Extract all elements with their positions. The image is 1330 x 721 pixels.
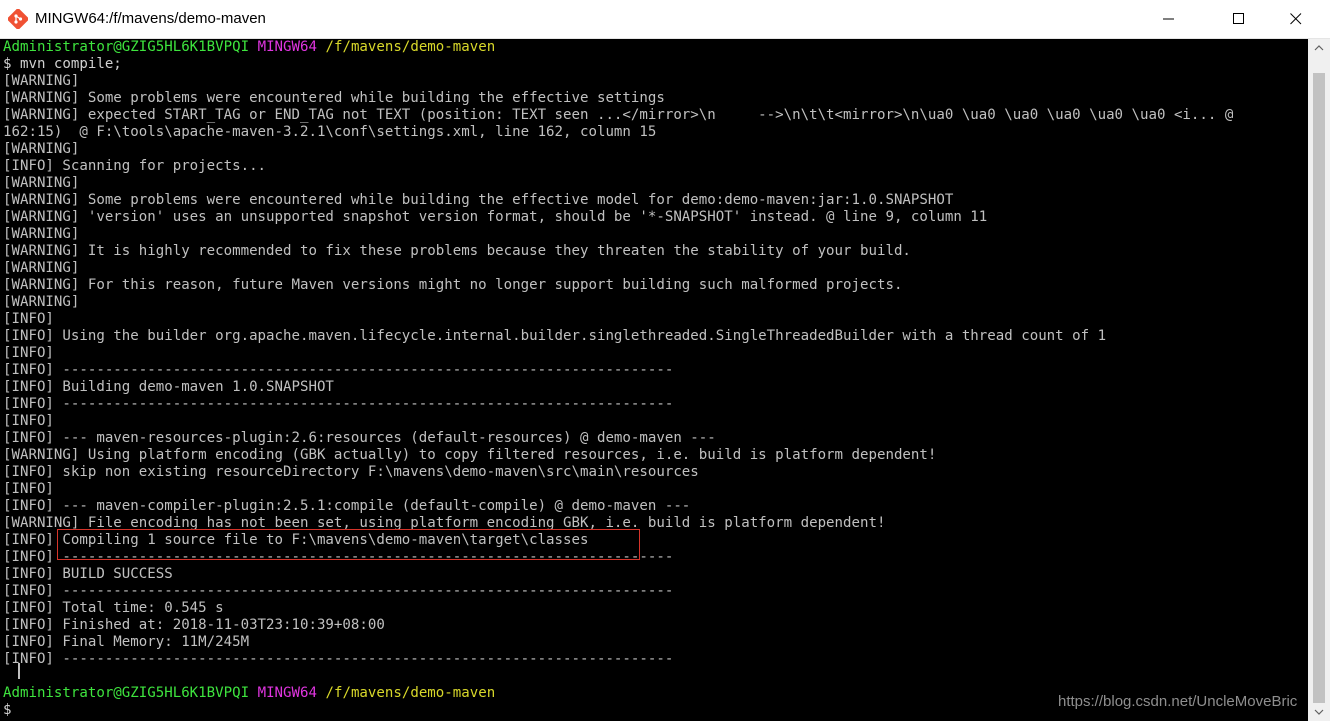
chevron-down-icon — [1314, 709, 1324, 715]
output-line: [WARNING] — [3, 226, 80, 242]
maximize-icon — [1233, 13, 1244, 24]
output-line: [INFO] ---------------------------------… — [3, 362, 674, 378]
output-line: [INFO] Final Memory: 11M/245M — [3, 634, 250, 650]
output-line: [INFO] Using the builder org.apache.mave… — [3, 328, 1107, 344]
output-line: [WARNING] — [3, 175, 80, 191]
output-line: [INFO] Finished at: 2018-11-03T23:10:39+… — [3, 617, 385, 633]
output-line: [INFO] — [3, 311, 54, 327]
scroll-thumb[interactable] — [1313, 73, 1325, 703]
chevron-up-icon — [1314, 45, 1324, 51]
output-line: [INFO] BUILD SUCCESS — [3, 566, 173, 582]
close-icon — [1290, 13, 1302, 25]
output-line: [WARNING] For this reason, future Maven … — [3, 277, 903, 293]
prompt-path: /f/mavens/demo-maven — [325, 39, 496, 55]
git-bash-icon — [6, 7, 30, 31]
output-line: [WARNING] — [3, 141, 80, 157]
output-line: [INFO] ---------------------------------… — [3, 651, 674, 667]
prompt-shell: MINGW64 — [257, 685, 317, 701]
output-line: [INFO] Scanning for projects... — [3, 158, 267, 174]
vertical-scrollbar[interactable] — [1308, 39, 1330, 721]
prompt-user-host: Administrator@GZIG5HL6K1BVPQI — [3, 39, 250, 55]
input-prompt: $ — [3, 702, 12, 718]
text-cursor — [18, 663, 20, 679]
output-line: [INFO] Compiling 1 source file to F:\mav… — [3, 532, 589, 548]
output-line: [WARNING] Some problems were encountered… — [3, 90, 665, 106]
prompt-shell: MINGW64 — [257, 39, 317, 55]
output-line: [WARNING] — [3, 294, 80, 310]
command-line: $ mvn compile; — [3, 56, 122, 72]
window-title: MINGW64:/f/mavens/demo-maven — [35, 10, 266, 27]
output-line: [WARNING] expected START_TAG or END_TAG … — [3, 107, 1234, 123]
output-line: [INFO] — [3, 345, 54, 361]
close-button[interactable] — [1273, 0, 1319, 38]
prompt-line-bottom: Administrator@GZIG5HL6K1BVPQI MINGW64 /f… — [3, 685, 495, 702]
scroll-up-button[interactable] — [1308, 39, 1330, 57]
output-line: [WARNING] Some problems were encountered… — [3, 192, 954, 208]
output-line: [INFO] ---------------------------------… — [3, 396, 674, 412]
minimize-button[interactable] — [1146, 0, 1192, 38]
terminal-area[interactable]: Administrator@GZIG5HL6K1BVPQI MINGW64 /f… — [0, 39, 1308, 721]
output-line: [WARNING] — [3, 73, 80, 89]
output-line: 162:15) @ F:\tools\apache-maven-3.2.1\co… — [3, 124, 657, 140]
title-bar: MINGW64:/f/mavens/demo-maven — [0, 0, 1330, 39]
output-line: [INFO] Building demo-maven 1.0.SNAPSHOT — [3, 379, 334, 395]
output-line: [INFO] ---------------------------------… — [3, 549, 674, 565]
output-line: [INFO] --- maven-resources-plugin:2.6:re… — [3, 430, 716, 446]
prompt-path: /f/mavens/demo-maven — [325, 685, 496, 701]
watermark-text: https://blog.csdn.net/UncleMoveBric — [1058, 693, 1298, 710]
output-line: [WARNING] — [3, 260, 80, 276]
prompt-line-top: Administrator@GZIG5HL6K1BVPQI MINGW64 /f… — [3, 39, 495, 56]
output-line: [INFO] skip non existing resourceDirecto… — [3, 464, 699, 480]
output-line: [INFO] --- maven-compiler-plugin:2.5.1:c… — [3, 498, 691, 514]
output-line: [WARNING] 'version' uses an unsupported … — [3, 209, 988, 225]
minimize-icon — [1163, 18, 1174, 20]
scroll-down-button[interactable] — [1308, 703, 1330, 721]
output-line: [WARNING] It is highly recommended to fi… — [3, 243, 911, 259]
output-line: [INFO] ---------------------------------… — [3, 583, 674, 599]
prompt-user-host: Administrator@GZIG5HL6K1BVPQI — [3, 685, 250, 701]
output-line: [INFO] — [3, 413, 54, 429]
output-line: [INFO] Total time: 0.545 s — [3, 600, 224, 616]
output-line: [WARNING] File encoding has not been set… — [3, 515, 886, 531]
output-line: [INFO] — [3, 481, 54, 497]
maximize-button[interactable] — [1216, 0, 1262, 38]
output-line: [WARNING] Using platform encoding (GBK a… — [3, 447, 937, 463]
